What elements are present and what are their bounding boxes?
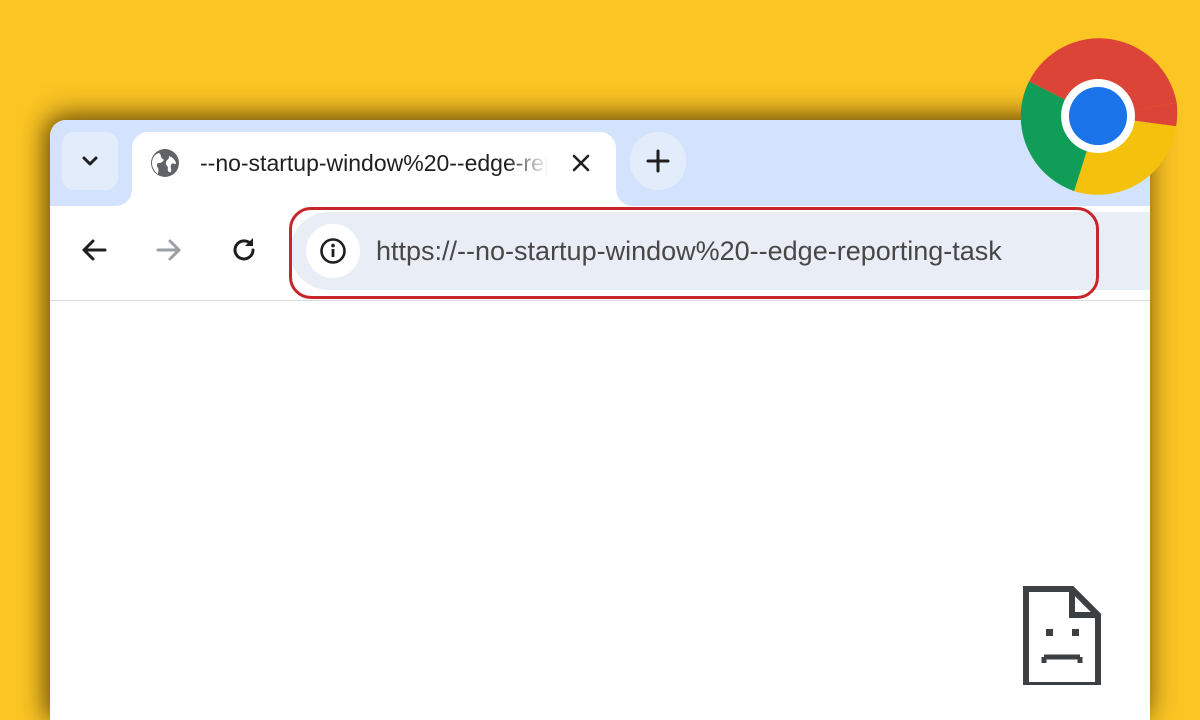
arrow-right-icon <box>156 239 181 261</box>
tab-strip: --no-startup-window%20--edge-reporting-t… <box>50 120 1150 206</box>
toolbar: https://--no-startup-window%20--edge-rep… <box>50 206 1150 301</box>
tab-title: --no-startup-window%20--edge-reporting-t… <box>200 150 548 176</box>
sad-tab-icon <box>1023 586 1101 685</box>
back-button[interactable] <box>72 228 116 272</box>
reload-icon <box>233 238 255 261</box>
info-icon <box>320 238 346 264</box>
plus-icon <box>646 149 670 173</box>
forward-button[interactable] <box>147 228 191 272</box>
tab-close-button[interactable] <box>566 148 596 178</box>
chevron-down-icon <box>82 156 98 166</box>
address-bar[interactable]: https://--no-startup-window%20--edge-rep… <box>290 212 1150 290</box>
browser-window: --no-startup-window%20--edge-reporting-t… <box>50 120 1150 720</box>
globe-icon <box>151 149 179 177</box>
tab-search-button[interactable] <box>62 132 118 190</box>
reload-button[interactable] <box>222 228 266 272</box>
close-icon <box>572 154 590 172</box>
site-info-button[interactable] <box>306 224 360 278</box>
active-tab[interactable]: --no-startup-window%20--edge-reporting-t… <box>116 132 632 206</box>
new-tab-button[interactable] <box>630 132 686 190</box>
arrow-left-icon <box>82 239 107 261</box>
url-text[interactable]: https://--no-startup-window%20--edge-rep… <box>376 212 1096 290</box>
chrome-logo <box>1020 38 1178 195</box>
